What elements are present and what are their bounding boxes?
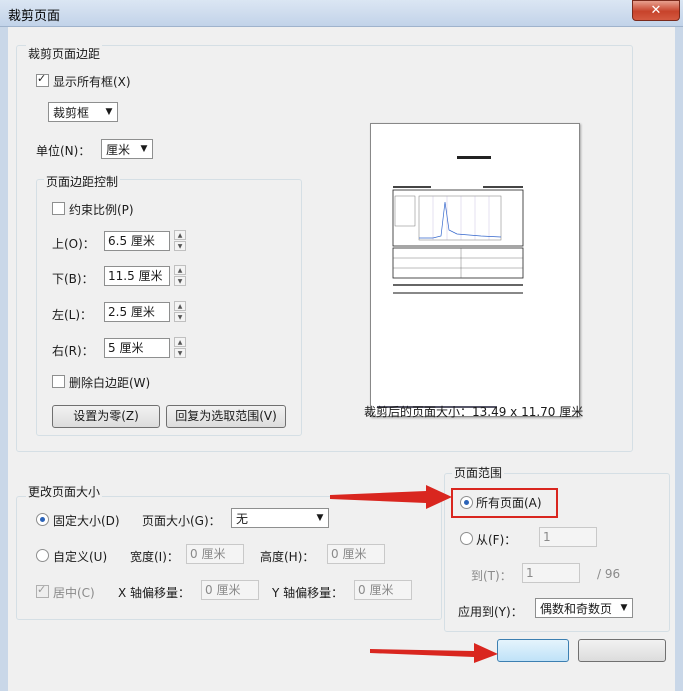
spin-down-icon[interactable]: ▼ [174,276,186,286]
y-offset-input[interactable]: 0 厘米 [354,580,412,600]
annotation-arrow-all-pages [330,485,452,509]
box-type-value: 裁剪框 [53,106,90,120]
x-offset-input[interactable]: 0 厘米 [201,580,259,600]
constrain-proportions-checkbox[interactable] [52,202,65,215]
height-label: 高度(H)： [260,550,315,564]
remove-white-margins-checkbox[interactable] [52,375,65,388]
chevron-down-icon: ▼ [620,603,628,613]
left-margin-input[interactable]: 2.5 厘米 [104,302,170,322]
spin-down-icon[interactable]: ▼ [174,312,186,322]
left-margin-spinner[interactable]: ▲ ▼ [174,301,186,323]
show-all-boxes-label: 显示所有框(X) [53,75,131,89]
left-margin-label: 左(L)： [52,308,93,322]
fixed-size-radio[interactable] [36,513,49,526]
margin-control-group-title: 页面边距控制 [44,173,121,190]
revert-to-selection-button[interactable]: 回复为选取范围(V) [166,405,286,428]
box-type-dropdown[interactable]: 裁剪框 ▼ [48,102,118,122]
cropped-size-text: 裁剪后的页面大小：13.49 x 11.70 厘米 [364,405,584,419]
x-offset-label: X 轴偏移量： [118,586,191,600]
right-margin-spinner[interactable]: ▲ ▼ [174,337,186,359]
unit-dropdown[interactable]: 厘米 ▼ [101,139,153,159]
spin-up-icon[interactable]: ▲ [174,337,186,347]
center-checkbox[interactable] [36,583,49,598]
custom-size-radio[interactable] [36,549,49,562]
to-page-label: 到(T)： [471,569,512,583]
title-bar: 裁剪页面 ✕ [0,0,683,27]
remove-white-margins-label: 删除白边距(W) [69,376,151,390]
spin-down-icon[interactable]: ▼ [174,348,186,358]
from-page-label: 从(F)： [476,533,517,547]
apply-to-value: 偶数和奇数页 [540,602,613,616]
apply-to-label: 应用到(Y)： [458,605,523,619]
apply-to-dropdown[interactable]: 偶数和奇数页 ▼ [535,598,633,618]
change-page-size-group-title: 更改页面大小 [26,483,103,500]
window-title: 裁剪页面 [8,9,61,24]
height-input[interactable]: 0 厘米 [327,544,385,564]
page-preview-thumbnail [377,156,524,408]
y-offset-label: Y 轴偏移量： [272,586,344,600]
annotation-arrow-ok [370,643,498,663]
top-margin-input[interactable]: 6.5 厘米 [104,231,170,251]
page-size-value: 无 [236,512,249,526]
width-label: 宽度(I)： [130,550,179,564]
to-page-input[interactable]: 1 [522,563,580,583]
crop-pages-dialog: 裁剪页面边距 显示所有框(X) 裁剪框 ▼ 单位(N)： 厘米 ▼ 页面边距控制… [8,27,675,691]
ok-button[interactable] [497,639,569,662]
chevron-down-icon: ▼ [105,107,113,117]
set-to-zero-button[interactable]: 设置为零(Z) [52,405,160,428]
bottom-margin-input[interactable]: 11.5 厘米 [104,266,170,286]
crop-margins-group-title: 裁剪页面边距 [26,45,103,62]
bottom-margin-label: 下(B)： [52,272,94,286]
from-page-input[interactable]: 1 [539,527,597,547]
chevron-down-icon: ▼ [316,513,324,523]
total-pages-text: / 96 [597,567,621,581]
right-margin-input[interactable]: 5 厘米 [104,338,170,358]
cancel-button[interactable] [578,639,666,662]
spin-up-icon[interactable]: ▲ [174,230,186,240]
from-page-radio[interactable] [460,532,473,545]
chevron-down-icon: ▼ [140,144,148,154]
page-preview [370,123,580,417]
all-pages-label: 所有页面(A) [476,496,542,510]
spin-down-icon[interactable]: ▼ [174,241,186,251]
show-all-boxes-checkbox[interactable] [36,72,49,87]
constrain-proportions-label: 约束比例(P) [69,203,134,217]
top-margin-spinner[interactable]: ▲ ▼ [174,230,186,252]
bottom-margin-spinner[interactable]: ▲ ▼ [174,265,186,287]
close-icon: ✕ [650,3,662,18]
unit-value: 厘米 [106,143,131,157]
width-input[interactable]: 0 厘米 [186,544,244,564]
right-margin-label: 右(R)： [52,344,94,358]
page-size-label: 页面大小(G)： [142,514,221,528]
all-pages-radio[interactable] [460,496,473,509]
unit-label: 单位(N)： [36,144,91,158]
spin-up-icon[interactable]: ▲ [174,301,186,311]
top-margin-label: 上(O)： [52,237,95,251]
page-size-dropdown[interactable]: 无 ▼ [231,508,329,528]
fixed-size-label: 固定大小(D) [53,514,120,528]
close-button[interactable]: ✕ [632,0,680,21]
page-range-group-title: 页面范围 [452,464,505,481]
center-label: 居中(C) [53,586,95,600]
spin-up-icon[interactable]: ▲ [174,265,186,275]
custom-size-label: 自定义(U) [53,550,108,564]
